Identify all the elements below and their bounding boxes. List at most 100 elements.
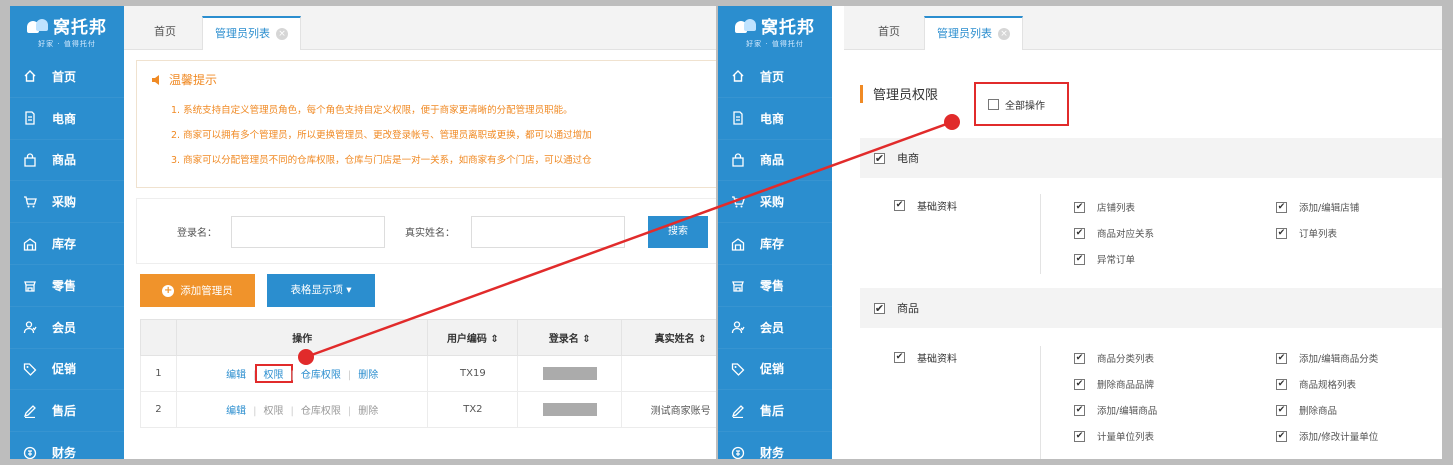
sidebar-item[interactable]: 零售 [718, 265, 832, 307]
select-all-option[interactable]: 全部操作 [974, 82, 1069, 126]
tab-home[interactable]: 首页 [866, 16, 912, 50]
item-checkbox[interactable]: ✔ [1276, 352, 1287, 364]
sidebar-item[interactable]: 电商 [10, 98, 124, 140]
sidebar-item-label: 采购 [760, 195, 785, 210]
logo: 窝托邦 好家 · 值得托付 [10, 6, 124, 56]
warehouse-permission-link[interactable]: 仓库权限 [294, 366, 348, 381]
item-checkbox[interactable]: ✔ [1074, 378, 1085, 390]
sidebar-item[interactable]: 售后 [718, 390, 832, 433]
group-text: 基础资料 [917, 202, 957, 213]
sidebar: 窝托邦 好家 · 值得托付 首页 电商 商品 采购 库存 零售 会员 促销 售后 财务 [718, 6, 832, 459]
edit-link[interactable]: 编辑 [219, 402, 253, 417]
permission-item[interactable]: ✔ 删除商品 [1276, 403, 1337, 417]
sidebar-item[interactable]: 库存 [10, 223, 124, 265]
sidebar-item[interactable]: 采购 [718, 181, 832, 224]
sidebar-item[interactable]: 首页 [10, 56, 124, 98]
sidebar-item[interactable]: 会员 [718, 307, 832, 349]
tab-bar: 首页 管理员列表 × [844, 6, 1442, 50]
item-checkbox[interactable]: ✔ [1074, 253, 1085, 265]
permission-link[interactable]: 权限 [257, 402, 291, 417]
tips-panel: 温馨提示 1. 系统支持自定义管理员角色，每个角色支持自定义权限，便于商家更清晰… [136, 60, 716, 188]
permission-item[interactable]: ✔ 订单列表 [1276, 226, 1337, 240]
login-input[interactable] [231, 216, 385, 248]
section-checkbox[interactable]: ✔ [874, 152, 885, 164]
item-checkbox[interactable]: ✔ [1276, 378, 1287, 390]
document-icon [730, 110, 746, 126]
item-checkbox[interactable]: ✔ [1074, 201, 1085, 213]
tab-admin-list[interactable]: 管理员列表 × [924, 16, 1023, 50]
sidebar-item[interactable]: 促销 [10, 349, 124, 391]
item-checkbox[interactable]: ✔ [1074, 404, 1085, 416]
warehouse-permission-link[interactable]: 仓库权限 [294, 402, 348, 417]
item-label: 添加/修改计量单位 [1299, 432, 1379, 443]
sidebar-item-label: 财务 [52, 446, 77, 459]
login-header[interactable]: 登录名 ⇕ [517, 319, 623, 356]
sidebar-item[interactable]: 采购 [10, 181, 124, 224]
permission-screen: 窝托邦 好家 · 值得托付 首页 电商 商品 采购 库存 零售 会员 促销 售后 财务 首页 管理… [718, 6, 1442, 459]
permission-item[interactable]: ✔ 添加/编辑商品分类 [1276, 351, 1378, 365]
group-divider [1040, 346, 1041, 459]
group-checkbox[interactable]: ✔ [894, 352, 905, 363]
sidebar-item-label: 采购 [52, 195, 77, 210]
item-checkbox[interactable]: ✔ [1074, 352, 1085, 364]
permission-item[interactable]: ✔ 添加/修改计量单位 [1276, 429, 1378, 443]
sidebar-item[interactable]: 商品 [10, 140, 124, 182]
add-admin-button[interactable]: + 添加管理员 [140, 274, 255, 307]
sidebar-item[interactable]: 财务 [10, 432, 124, 459]
group-checkbox[interactable]: ✔ [894, 200, 905, 211]
select-all-checkbox[interactable] [988, 98, 999, 110]
delete-link[interactable]: 删除 [351, 402, 385, 417]
finance-icon [730, 445, 746, 459]
permission-item[interactable]: ✔ 添加/编辑商品 [1074, 403, 1157, 417]
code-header[interactable]: 用户编码 ⇕ [427, 319, 519, 356]
store-icon [730, 277, 746, 293]
item-checkbox[interactable]: ✔ [1074, 430, 1085, 442]
logo-icon [735, 18, 757, 33]
sidebar-item[interactable]: 电商 [718, 98, 832, 140]
admin-list-screen: 窝托邦 好家 · 值得托付 首页 电商 商品 采购 库存 零售 会员 促销 售后 财务 首页 管理… [10, 6, 716, 459]
item-checkbox[interactable]: ✔ [1276, 227, 1287, 239]
sidebar-item[interactable]: 促销 [718, 349, 832, 391]
item-checkbox[interactable]: ✔ [1276, 201, 1287, 213]
row-index: 1 [140, 355, 177, 392]
permission-item[interactable]: ✔ 店铺列表 [1074, 200, 1135, 214]
permission-item[interactable]: ✔ 添加/编辑店铺 [1276, 200, 1359, 214]
close-icon[interactable]: × [276, 28, 288, 40]
section-checkbox[interactable]: ✔ [874, 302, 885, 314]
bag-icon [22, 152, 38, 168]
close-icon[interactable]: × [998, 28, 1010, 40]
sidebar-item[interactable]: 商品 [718, 140, 832, 182]
sidebar-item[interactable]: 财务 [718, 432, 832, 459]
item-checkbox[interactable]: ✔ [1276, 430, 1287, 442]
tab-home[interactable]: 首页 [142, 16, 188, 50]
item-checkbox[interactable]: ✔ [1074, 227, 1085, 239]
sidebar-item[interactable]: 库存 [718, 223, 832, 265]
realname-header[interactable]: 真实姓名 ⇕ [621, 319, 716, 356]
permission-link[interactable]: 权限 [254, 364, 293, 383]
column-display-button[interactable]: 表格显示项 ▾ [267, 274, 375, 307]
row-ops: 编辑 | 权限 | 仓库权限 | 删除 [175, 391, 429, 428]
permission-item[interactable]: ✔ 删除商品品牌 [1074, 377, 1154, 391]
realname-input[interactable] [471, 216, 625, 248]
permission-item[interactable]: ✔ 商品规格列表 [1276, 377, 1356, 391]
permission-item[interactable]: ✔ 商品分类列表 [1074, 351, 1154, 365]
edit-link[interactable]: 编辑 [219, 366, 253, 381]
tab-admin-list[interactable]: 管理员列表 × [202, 16, 301, 50]
item-checkbox[interactable]: ✔ [1276, 404, 1287, 416]
item-label: 商品规格列表 [1299, 380, 1357, 391]
permission-item[interactable]: ✔ 商品对应关系 [1074, 226, 1154, 240]
permission-item[interactable]: ✔ 计量单位列表 [1074, 429, 1154, 443]
sidebar-item[interactable]: 会员 [10, 307, 124, 349]
permission-item[interactable]: ✔ 异常订单 [1074, 252, 1135, 266]
sidebar-item[interactable]: 零售 [10, 265, 124, 307]
item-label: 店铺列表 [1097, 203, 1136, 214]
sidebar-item[interactable]: 售后 [10, 390, 124, 433]
tab-label: 管理员列表 [215, 27, 270, 40]
search-button[interactable]: 搜索 [648, 216, 708, 248]
sidebar: 窝托邦 好家 · 值得托付 首页 电商 商品采购库存 零售 会员 促销 售后财务 [10, 6, 124, 459]
select-all-label: 全部操作 [1005, 100, 1045, 112]
tip-line: 1. 系统支持自定义管理员角色，每个角色支持自定义权限，便于商家更清晰的分配管理… [171, 105, 573, 116]
sidebar-item[interactable]: 首页 [718, 56, 832, 98]
row-realname [621, 355, 716, 392]
delete-link[interactable]: 删除 [351, 366, 385, 381]
